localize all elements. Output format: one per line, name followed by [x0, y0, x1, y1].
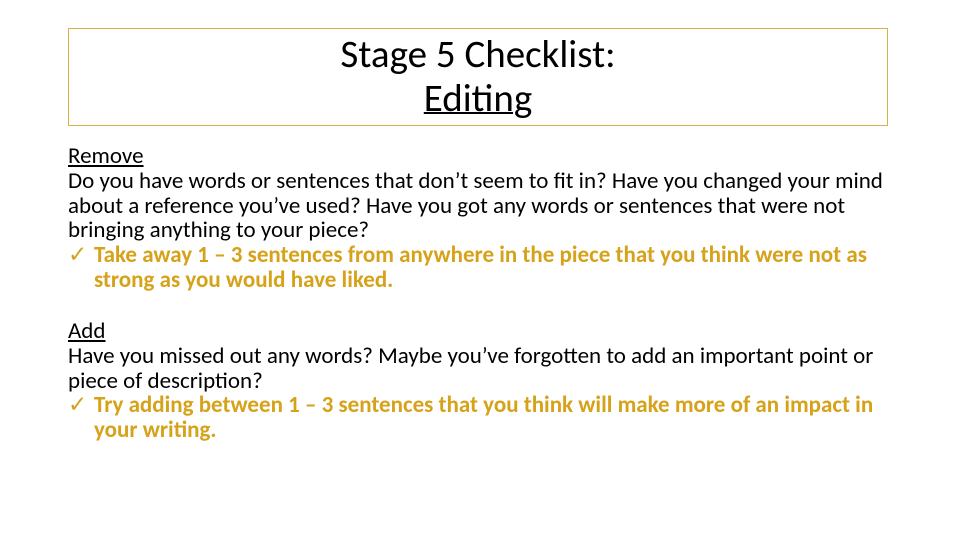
check-remove: ✓ Take away 1 – 3 sentences from anywher… — [68, 243, 888, 293]
heading-add: Add — [68, 319, 888, 344]
heading-remove: Remove — [68, 144, 888, 169]
title-line-2: Editing — [77, 77, 879, 121]
check-icon: ✓ — [68, 243, 87, 268]
paragraph-add: Have you missed out any words? Maybe you… — [68, 344, 888, 394]
title-line-1: Stage 5 Checklist: — [77, 33, 879, 77]
check-add-text: Try adding between 1 – 3 sentences that … — [94, 391, 873, 444]
check-icon: ✓ — [68, 393, 87, 418]
check-remove-text: Take away 1 – 3 sentences from anywhere … — [94, 241, 867, 294]
slide: Stage 5 Checklist: Editing Remove Do you… — [0, 0, 960, 540]
check-add: ✓ Try adding between 1 – 3 sentences tha… — [68, 393, 888, 443]
section-add: Add Have you missed out any words? Maybe… — [68, 319, 888, 443]
paragraph-remove: Do you have words or sentences that don’… — [68, 169, 888, 243]
body: Remove Do you have words or sentences th… — [68, 144, 888, 469]
section-remove: Remove Do you have words or sentences th… — [68, 144, 888, 293]
title-box: Stage 5 Checklist: Editing — [68, 28, 888, 126]
